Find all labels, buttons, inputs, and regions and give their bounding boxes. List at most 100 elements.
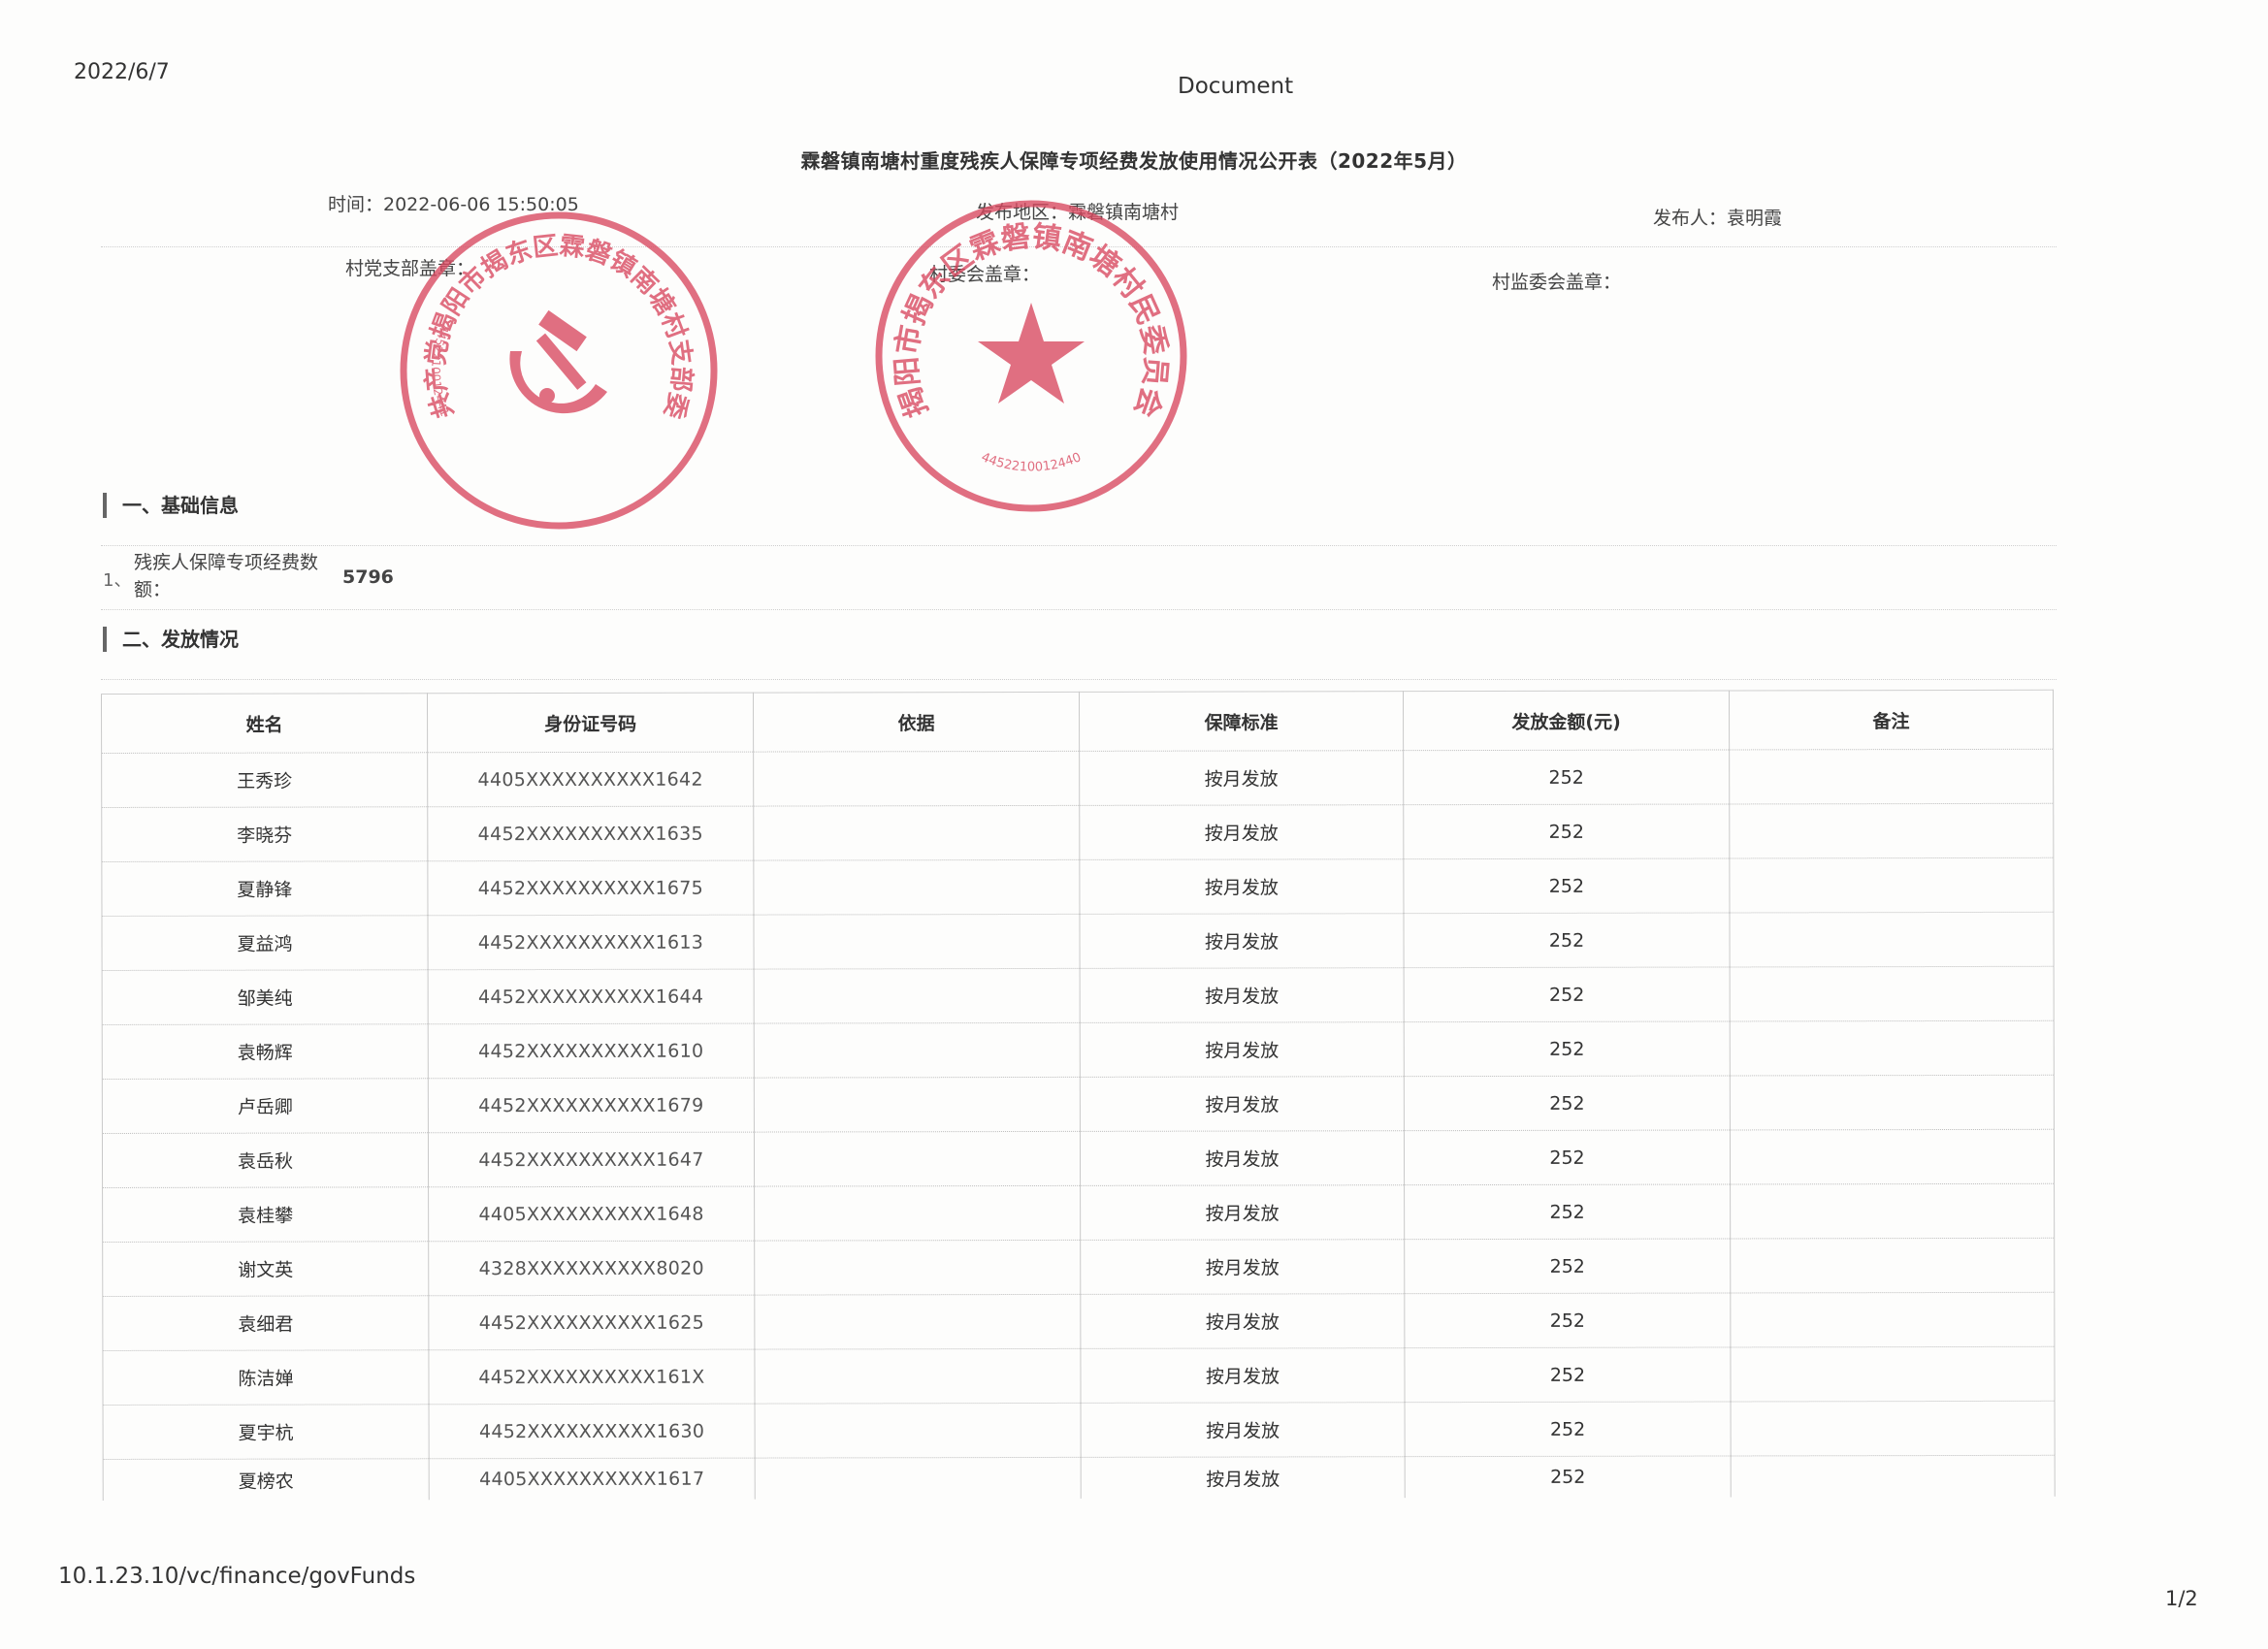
- cell-name: 袁岳秋: [102, 1132, 429, 1188]
- cell-basis: [753, 751, 1080, 807]
- document-title: 霖磐镇南塘村重度残疾人保障专项经费发放使用情况公开表（2022年5月）: [800, 149, 1468, 173]
- header-basis: 依据: [753, 692, 1080, 753]
- print-title: Document: [1178, 74, 1294, 99]
- cell-id-number: 4328XXXXXXXXXX8020: [428, 1241, 755, 1296]
- fund-label: 残疾人保障专项经费数额：: [134, 552, 319, 600]
- footer-url: 10.1.23.10/vc/finance/govFunds: [58, 1564, 416, 1589]
- divider: [101, 609, 2057, 610]
- divider: [101, 679, 2057, 680]
- table-row: 谢文英 4328XXXXXXXXXX8020 按月发放 252: [102, 1238, 2055, 1297]
- cell-remark: [1731, 1455, 2056, 1498]
- cell-basis: [753, 914, 1081, 970]
- supervision-seal-caption: 村监委会盖章：: [1492, 272, 1622, 293]
- star-icon: [978, 303, 1085, 404]
- cell-amount: 252: [1404, 1346, 1732, 1403]
- cell-standard: 按月发放: [1080, 1130, 1405, 1186]
- cell-name: 夏静锋: [101, 860, 428, 917]
- cell-id-number: 4452XXXXXXXXXX1625: [428, 1295, 755, 1350]
- cell-basis: [754, 1077, 1081, 1133]
- cell-amount: 252: [1403, 912, 1731, 968]
- cell-amount: 252: [1404, 1075, 1731, 1131]
- cell-name: 夏益鸿: [101, 915, 429, 971]
- cell-amount: 252: [1405, 1401, 1732, 1457]
- cell-amount: 252: [1404, 1183, 1731, 1240]
- fund-index: 1、: [103, 570, 132, 591]
- table-row: 夏益鸿 4452XXXXXXXXXX1613 按月发放 252: [101, 912, 2055, 971]
- cell-amount: 252: [1404, 1020, 1731, 1077]
- cell-standard: 按月发放: [1079, 804, 1404, 860]
- cell-id-number: 4452XXXXXXXXXX1647: [428, 1132, 755, 1187]
- cell-remark: [1729, 857, 2054, 913]
- table-row: 袁细君 4452XXXXXXXXXX1625 按月发放 252: [102, 1292, 2055, 1351]
- cell-amount: 252: [1403, 857, 1730, 914]
- table-row: 袁畅辉 4452XXXXXXXXXX1610 按月发放 252: [102, 1020, 2055, 1080]
- cell-amount: 252: [1403, 749, 1730, 805]
- table-row: 袁桂攀 4405XXXXXXXXXX1648 按月发放 252: [102, 1183, 2055, 1243]
- cell-name: 袁畅辉: [102, 1023, 429, 1080]
- cell-name: 王秀珍: [101, 752, 428, 808]
- cell-amount: 252: [1404, 1292, 1731, 1348]
- table-row: 陈洁婵 4452XXXXXXXXXX161X 按月发放 252: [102, 1346, 2056, 1406]
- cell-id-number: 4405XXXXXXXXXX1642: [427, 752, 754, 807]
- cell-basis: [753, 805, 1080, 861]
- table-row: 王秀珍 4405XXXXXXXXXX1642 按月发放 252: [101, 749, 2054, 808]
- table-row: 夏榜农 4405XXXXXXXXXX1617 按月发放 252: [103, 1455, 2056, 1501]
- cell-id-number: 4405XXXXXXXXXX1648: [428, 1186, 755, 1242]
- table-row: 卢岳卿 4452XXXXXXXXXX1679 按月发放 252: [102, 1075, 2055, 1134]
- cell-name: 李晓芬: [101, 806, 428, 862]
- cell-name: 袁桂攀: [102, 1186, 429, 1243]
- cell-name: 夏宇杭: [103, 1404, 430, 1460]
- cell-remark: [1730, 1292, 2055, 1347]
- cell-remark: [1729, 912, 2055, 967]
- cell-basis: [754, 1348, 1082, 1405]
- cell-amount: 252: [1404, 1238, 1731, 1294]
- cell-standard: 按月发放: [1080, 1347, 1406, 1404]
- cell-id-number: 4452XXXXXXXXXX1630: [429, 1404, 756, 1459]
- cell-remark: [1729, 803, 2054, 858]
- cell-id-number: 4452XXXXXXXXXX1679: [428, 1078, 755, 1133]
- cell-name: 袁细君: [102, 1295, 429, 1351]
- cell-basis: [755, 1457, 1082, 1500]
- fund-value: 5796: [342, 566, 394, 588]
- cell-name: 陈洁婵: [102, 1349, 430, 1406]
- table-header-row: 姓名 身份证号码 依据 保障标准 发放金额(元) 备注: [101, 690, 2054, 754]
- header-amount: 发放金额(元): [1403, 690, 1730, 751]
- cell-remark: [1730, 1238, 2055, 1293]
- cell-remark: [1731, 1401, 2056, 1456]
- divider: [101, 545, 2057, 546]
- cell-remark: [1730, 966, 2055, 1021]
- cell-standard: 按月发放: [1079, 913, 1405, 969]
- header-remark: 备注: [1729, 690, 2054, 750]
- cell-basis: [753, 859, 1080, 916]
- cell-basis: [754, 1022, 1081, 1079]
- cell-id-number: 4452XXXXXXXXXX1675: [427, 860, 754, 916]
- cell-id-number: 4452XXXXXXXXXX1610: [428, 1023, 755, 1079]
- cell-standard: 按月发放: [1080, 1239, 1405, 1295]
- table-row: 夏静锋 4452XXXXXXXXXX1675 按月发放 252: [101, 857, 2054, 917]
- header-id-number: 身份证号码: [427, 693, 754, 753]
- cell-standard: 按月发放: [1080, 1184, 1405, 1241]
- cell-remark: [1730, 1129, 2055, 1184]
- village-committee-seal: 揭阳市揭东区霖磐镇南塘村民委员会 4452210012440: [875, 200, 1187, 512]
- party-branch-seal: 中国共产党揭阳市揭东区霖磐镇南塘村支部委员会 4452210012441: [394, 206, 718, 530]
- hammer-sickle-icon: [509, 309, 607, 414]
- cell-basis: [754, 1185, 1081, 1242]
- page-number: 1/2: [2165, 1587, 2198, 1610]
- cell-remark: [1729, 749, 2054, 804]
- section-distribution: 二、发放情况: [103, 627, 239, 652]
- cell-name: 邹美纯: [102, 969, 429, 1025]
- cell-id-number: 4452XXXXXXXXXX1635: [427, 806, 754, 861]
- cell-amount: 252: [1403, 803, 1730, 859]
- cell-remark: [1730, 1075, 2055, 1130]
- cell-amount: 252: [1405, 1455, 1732, 1499]
- cell-id-number: 4452XXXXXXXXXX161X: [428, 1349, 756, 1405]
- cell-basis: [754, 1131, 1081, 1187]
- cell-remark: [1730, 1020, 2055, 1076]
- cell-name: 夏榜农: [103, 1458, 430, 1501]
- table-row: 邹美纯 4452XXXXXXXXXX1644 按月发放 252: [102, 966, 2055, 1025]
- svg-text:4452210012440: 4452210012440: [979, 450, 1084, 474]
- cell-amount: 252: [1404, 966, 1731, 1022]
- cell-standard: 按月发放: [1079, 858, 1404, 915]
- cell-basis: [754, 1294, 1081, 1350]
- header-standard: 保障标准: [1079, 691, 1404, 752]
